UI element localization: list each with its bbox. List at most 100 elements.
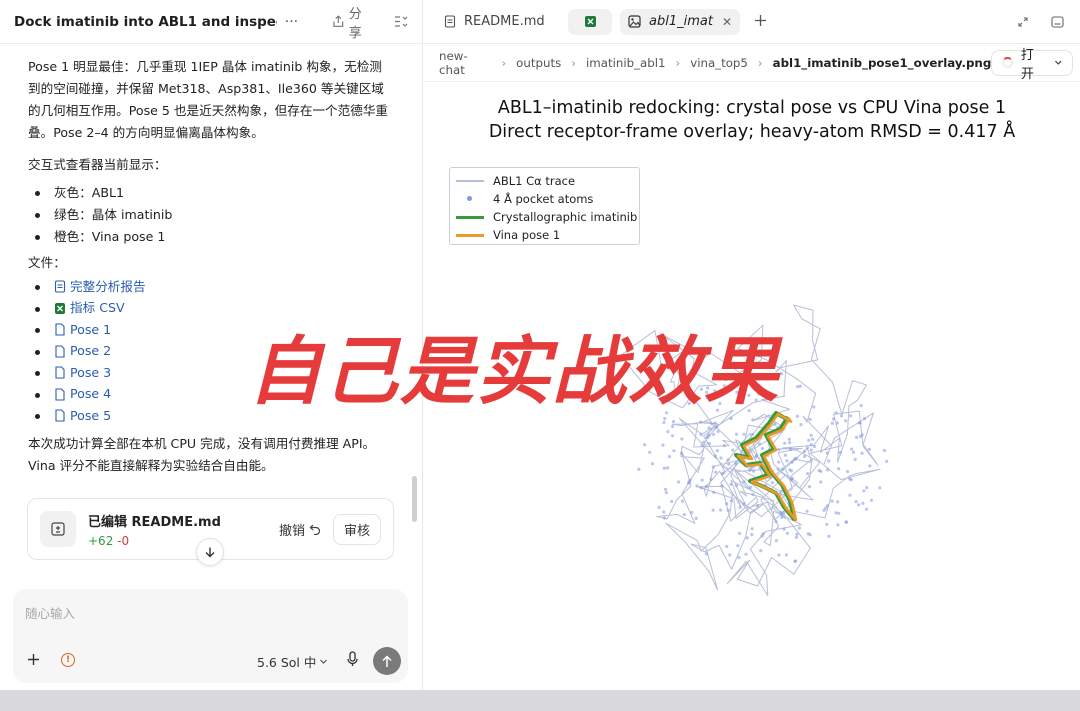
- pocket-atom: [711, 508, 715, 512]
- send-button[interactable]: [373, 647, 401, 675]
- pocket-atom: [819, 469, 823, 473]
- tab-overlay-image[interactable]: abl1_imat ✕: [620, 8, 740, 35]
- pocket-atom: [844, 520, 849, 524]
- pocket-atom: [770, 481, 774, 485]
- pocket-atom: [777, 448, 781, 452]
- legend-swatch: [467, 196, 472, 201]
- pocket-atom: [844, 419, 848, 423]
- pocket-atom: [704, 552, 708, 556]
- legend-swatch: [456, 234, 484, 237]
- pocket-atom: [662, 466, 666, 470]
- attach-button[interactable]: [27, 651, 40, 671]
- pocket-atom: [850, 447, 854, 451]
- chevron-down-icon: [1054, 60, 1061, 65]
- pocket-atom: [758, 442, 762, 446]
- pocket-atom: [798, 384, 802, 388]
- pocket-atom: [748, 485, 753, 489]
- pocket-atom: [672, 449, 676, 453]
- undo-button[interactable]: 撤销: [279, 520, 321, 539]
- pocket-atom: [643, 443, 647, 447]
- close-icon[interactable]: ✕: [722, 15, 732, 29]
- model-selector[interactable]: 5.6 Sol 中: [257, 652, 328, 671]
- pocket-atom: [709, 477, 713, 481]
- pocket-atom: [661, 443, 665, 447]
- tab-readme[interactable]: README.md: [436, 9, 560, 35]
- pocket-atom: [809, 443, 813, 447]
- pocket-atom: [699, 420, 703, 424]
- list-item: 指标 CSV: [28, 298, 394, 320]
- pocket-atom: [726, 458, 730, 462]
- file-link-pose-1[interactable]: Pose 1: [54, 319, 111, 341]
- review-button[interactable]: 审核: [332, 513, 381, 545]
- pocket-atom: [718, 401, 722, 406]
- pocket-atom: [809, 448, 813, 452]
- pocket-atom: [759, 549, 763, 553]
- pocket-atom: [738, 505, 742, 509]
- panel-toggle-icon[interactable]: [1051, 15, 1064, 28]
- pocket-atom: [795, 532, 799, 536]
- open-with-button[interactable]: 打开: [991, 48, 1073, 82]
- chat-title[interactable]: Dock imatinib into ABL1 and inspect the …: [14, 14, 277, 30]
- pocket-atom: [712, 432, 716, 436]
- pocket-atom: [714, 470, 718, 474]
- pocket-atom: [711, 465, 715, 469]
- outline-icon: [395, 16, 408, 27]
- pocket-atom: [742, 502, 746, 506]
- tab-bar: README.md abl1_imat ✕: [424, 0, 1080, 44]
- pocket-atom: [751, 492, 755, 496]
- pocket-atom: [865, 486, 869, 490]
- pocket-atom: [670, 434, 675, 438]
- pocket-atom: [710, 422, 714, 426]
- file-link-pose-2[interactable]: Pose 2: [54, 340, 111, 362]
- chevron-down-icon: [320, 659, 328, 664]
- file-link-csv[interactable]: 指标 CSV: [54, 297, 125, 319]
- pocket-atom: [781, 467, 785, 471]
- permissions-button[interactable]: !: [61, 653, 75, 667]
- legend-entry: 4 Å pocket atoms: [456, 190, 639, 208]
- message-input[interactable]: 随心输入: [25, 603, 75, 622]
- pocket-atom: [734, 432, 739, 436]
- pocket-atom: [788, 441, 792, 445]
- file-link-report[interactable]: 完整分析报告: [54, 276, 146, 298]
- chat-scrollbar[interactable]: [412, 476, 417, 522]
- pocket-atom: [680, 499, 684, 503]
- legend-swatch: [456, 216, 484, 219]
- legend-entry: Crystallographic imatinib: [456, 208, 639, 226]
- viewer-intro: 交互式查看器当前显示：: [28, 157, 167, 172]
- list-item: 灰色：ABL1: [28, 182, 394, 204]
- chat-pane: Dock imatinib into ABL1 and inspect the …: [0, 0, 423, 690]
- window-bottom-edge: [0, 690, 1080, 711]
- pocket-atom: [862, 489, 866, 493]
- pocket-atom: [777, 460, 781, 464]
- tab-notebook[interactable]: [568, 8, 612, 35]
- file-link-pose-4[interactable]: Pose 4: [54, 383, 111, 405]
- pocket-atom: [754, 455, 758, 459]
- scroll-to-bottom-button[interactable]: [196, 538, 224, 566]
- file-link-pose-5[interactable]: Pose 5: [54, 405, 111, 427]
- more-options-button[interactable]: ···: [285, 14, 298, 30]
- composer: 随心输入 ! 5.6 Sol 中: [13, 589, 408, 683]
- collapse-icon[interactable]: [1017, 16, 1029, 28]
- pocket-atom: [805, 509, 809, 513]
- pocket-atom: [695, 484, 699, 488]
- pocket-atom: [728, 553, 732, 557]
- pocket-atom: [827, 459, 831, 463]
- pocket-atom: [667, 455, 672, 459]
- microphone-button[interactable]: [346, 651, 359, 671]
- breadcrumb-item[interactable]: outputs: [516, 56, 561, 70]
- file-link-label: 完整分析报告: [70, 278, 146, 294]
- pocket-atom: [795, 414, 799, 418]
- breadcrumb-item[interactable]: vina_top5: [690, 56, 748, 70]
- outline-button[interactable]: [394, 15, 408, 28]
- undo-label: 撤销: [278, 523, 305, 539]
- file-link-pose-3[interactable]: Pose 3: [54, 362, 111, 384]
- share-button[interactable]: 分享: [332, 3, 374, 41]
- pocket-atom: [751, 418, 755, 422]
- breadcrumb-item[interactable]: imatinib_abl1: [586, 56, 666, 70]
- new-tab-button[interactable]: [754, 12, 767, 32]
- pocket-atom: [704, 484, 708, 488]
- breadcrumb-item[interactable]: new-chat: [439, 49, 491, 77]
- pocket-atom: [808, 533, 812, 537]
- pocket-atom: [725, 544, 729, 549]
- pocket-atom: [707, 433, 711, 437]
